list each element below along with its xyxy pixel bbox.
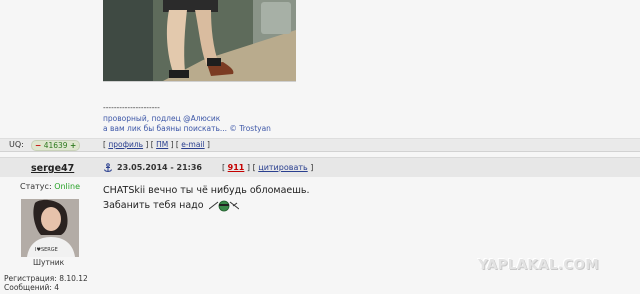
post-number-link[interactable]: 911 [228, 163, 245, 172]
status-label: Статус: [20, 182, 55, 191]
signature-divider: --------------------- [103, 103, 160, 112]
quote-link[interactable]: цитировать [258, 163, 307, 172]
previous-post-signature: --------------------- проворный, подлец … [103, 103, 271, 135]
signature-line: проворный, подлец @Алюсик [103, 113, 221, 123]
photo-image [103, 0, 296, 81]
message-count: Сообщений: 4 [4, 282, 60, 292]
previous-post-links: [ профиль ] [ ПМ ] [ e-mail ] [103, 140, 210, 149]
rating-minus-button[interactable]: − [35, 141, 41, 150]
ban-hammer-smiley-icon [208, 200, 239, 211]
email-link[interactable]: e-mail [181, 140, 204, 149]
status-online: Online [54, 182, 80, 191]
post-date: 23.05.2014 - 21:36 [117, 163, 202, 172]
svg-text:I♥SERGE: I♥SERGE [35, 247, 58, 253]
pm-link[interactable]: ПМ [156, 140, 168, 149]
anchor-icon[interactable] [103, 163, 113, 173]
user-status: Статус: Online [20, 182, 80, 191]
site-watermark: YAPLAKAL.COM [478, 257, 599, 273]
post-text: Забанить тебя надо [103, 200, 204, 211]
uq-label: UQ: [9, 140, 24, 149]
uq-value: 41639 [43, 141, 68, 150]
avatar[interactable]: I♥SERGE [21, 199, 79, 257]
rating-plus-button[interactable]: + [70, 141, 76, 150]
post-text-line-with-smiley: Забанить тебя надо [103, 198, 310, 213]
previous-post-footer: UQ: − 41639 + [0, 138, 640, 152]
signature-line: а вам лик бы баяны поискать... © Trostya… [103, 124, 271, 133]
post-header: serge47 23.05.2014 - 21:36 [ 911 ] [ цит… [0, 157, 640, 177]
previous-post-photo[interactable] [103, 0, 296, 82]
avatar-image: I♥SERGE [21, 199, 79, 257]
uq-rating-badge: − 41639 + [31, 140, 81, 151]
post-text-line: CHATSkii вечно ты чё нибудь обломаешь. [103, 185, 310, 196]
author-name-link[interactable]: serge47 [31, 163, 74, 174]
post-actions: [ 911 ] [ цитировать ] [222, 163, 314, 172]
user-stats: Регистрация: 8.10.12 Сообщений: 4 [4, 274, 88, 292]
post-body: CHATSkii вечно ты чё нибудь обломаешь. З… [103, 183, 310, 213]
user-rank: Шутник [33, 258, 65, 267]
profile-link[interactable]: профиль [108, 140, 143, 149]
